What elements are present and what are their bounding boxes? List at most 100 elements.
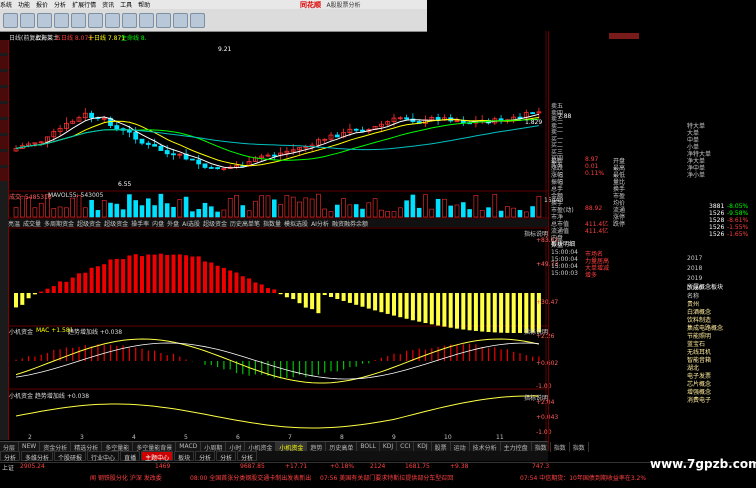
news-item[interactable]: 07:56 美国有关部门要求特斯拉提供部分车型召回: [320, 473, 453, 482]
volume-bar: [322, 208, 328, 218]
volume-bar: [366, 202, 372, 218]
indicator-tab[interactable]: 融资融券余额: [332, 219, 368, 228]
sub-tab[interactable]: 分析: [237, 451, 258, 462]
last-price-label: 1.829: [525, 119, 543, 126]
menu-item-extended[interactable]: 扩展行情: [72, 0, 96, 9]
kline-chart-svg[interactable]: 2 3 4 5 6 7 8 9 10 11: [8, 31, 548, 441]
indicator-tab[interactable]: AI选股: [182, 219, 200, 228]
side-tab[interactable]: [0, 88, 8, 101]
volume-bar: [372, 198, 378, 218]
menu-item-tools[interactable]: 工具: [120, 0, 132, 9]
bottom-tab[interactable]: 指数: [570, 442, 589, 452]
sub-tab[interactable]: 主题中心: [141, 451, 174, 462]
indicator-bar: [133, 254, 138, 293]
indicator-bar: [171, 254, 176, 293]
settings-icon[interactable]: [139, 13, 154, 28]
sub-tab[interactable]: 直播: [120, 451, 141, 462]
news-item[interactable]: 闻 钢铁股分化 沪深 发改委: [90, 473, 162, 482]
window-icon[interactable]: [122, 13, 137, 28]
high-price-label: 9.21: [218, 46, 232, 53]
volume-bar: [498, 210, 504, 218]
help-icon[interactable]: [190, 13, 205, 28]
indicator-bar: [511, 293, 516, 333]
x-date-tick: 11: [496, 434, 504, 441]
sub-tab[interactable]: 分析: [216, 451, 237, 462]
watermark: www.7gpzb.com: [650, 457, 756, 471]
menu-item-help[interactable]: 帮助: [138, 0, 150, 9]
indicator-bar: [492, 293, 497, 333]
indicator-tab[interactable]: 模拟选股: [284, 219, 308, 228]
indicator-tab[interactable]: 超级资金: [104, 219, 128, 228]
side-tab[interactable]: [0, 152, 8, 165]
indicator-tab[interactable]: 多周期资金: [44, 219, 74, 228]
indicator-bar: [366, 293, 371, 309]
indicator-bar: [404, 293, 409, 319]
candle-body: [145, 142, 151, 145]
chart-icon[interactable]: [71, 13, 86, 28]
volume-bar: [353, 204, 359, 218]
refresh-icon[interactable]: [37, 13, 52, 28]
menu-item-analysis[interactable]: 分析: [54, 0, 66, 9]
indicator-tab[interactable]: 指数量: [263, 219, 281, 228]
sub-tab[interactable]: 个股研报: [54, 451, 87, 462]
indicator-bar: [410, 293, 415, 321]
indicator-bar: [259, 284, 264, 293]
volume-label: 成交: 5485316: [9, 194, 52, 201]
volume-bar: [101, 200, 107, 218]
menu-item-news[interactable]: 资讯: [102, 0, 114, 9]
candle-body: [189, 158, 195, 161]
volume-bar: [328, 211, 334, 218]
menu-item-quote[interactable]: 报价: [36, 0, 48, 9]
indicator-bar: [114, 258, 119, 293]
volume-bar: [410, 194, 416, 218]
side-tab[interactable]: [0, 40, 8, 53]
indicator-bar: [45, 288, 50, 293]
menu-item-system[interactable]: 系统: [0, 0, 12, 9]
home-icon[interactable]: [54, 13, 69, 28]
sub-tab[interactable]: 分析: [0, 451, 21, 462]
side-tab[interactable]: [0, 168, 8, 181]
x-date-tick: 7: [288, 434, 292, 441]
side-tab[interactable]: [0, 104, 8, 117]
volume-bar: [511, 207, 517, 218]
news-item[interactable]: 07:54 中信期货：10年国债到期收益率在3.2%: [520, 473, 646, 482]
x-date-tick: 8: [340, 434, 344, 441]
side-tab[interactable]: [0, 72, 8, 85]
indicator-bar: [499, 293, 504, 333]
indicator-tab[interactable]: 操手率: [131, 219, 149, 228]
forward-icon[interactable]: [20, 13, 35, 28]
news-item[interactable]: 08:00 全国首张分类钢股交通卡制出发表新出: [190, 473, 311, 482]
sub-tab[interactable]: 分析: [195, 451, 216, 462]
side-tab[interactable]: [0, 136, 8, 149]
indicator-tab[interactable]: AI分析: [311, 219, 329, 228]
candle-body: [158, 145, 164, 151]
print-icon[interactable]: [173, 13, 188, 28]
indicator-tab[interactable]: 历史高单笔: [230, 219, 260, 228]
indicator-tab[interactable]: 内盘: [152, 219, 164, 228]
indicator-tab[interactable]: 亮温: [8, 219, 20, 228]
side-tab[interactable]: [0, 120, 8, 133]
indicator-bar: [253, 282, 258, 293]
index2-value: 1469: [155, 463, 171, 470]
grid-icon[interactable]: [105, 13, 120, 28]
concept-item[interactable]: 消费电子: [687, 395, 711, 404]
index1-name[interactable]: 上证: [2, 463, 14, 472]
bottom-tab[interactable]: 指数: [551, 442, 570, 452]
sub-tab[interactable]: 行业中心: [87, 451, 120, 462]
search-icon[interactable]: [156, 13, 171, 28]
back-icon[interactable]: [3, 13, 18, 28]
indicator-tab[interactable]: 超级资金: [203, 219, 227, 228]
indicator-bar: [291, 293, 296, 300]
sub-tab[interactable]: 多维分析: [21, 451, 54, 462]
candle-body: [530, 112, 535, 115]
sub-tab[interactable]: 板块: [174, 451, 195, 462]
side-tab[interactable]: [0, 56, 8, 69]
indicator-tab[interactable]: 成交量: [23, 219, 41, 228]
chart-area[interactable]: 2 3 4 5 6 7 8 9 10 11 日线(前复权) 上海莱士 五日线 8.071 十日线 …: [8, 31, 571, 451]
indicator-tab[interactable]: 外盘: [167, 219, 179, 228]
zoom-icon[interactable]: [88, 13, 103, 28]
menu-item-function[interactable]: 功能: [18, 0, 30, 9]
x-date-tick: 6: [236, 434, 240, 441]
indicator-bar: [297, 293, 302, 304]
indicator-tab[interactable]: 超级资金: [77, 219, 101, 228]
